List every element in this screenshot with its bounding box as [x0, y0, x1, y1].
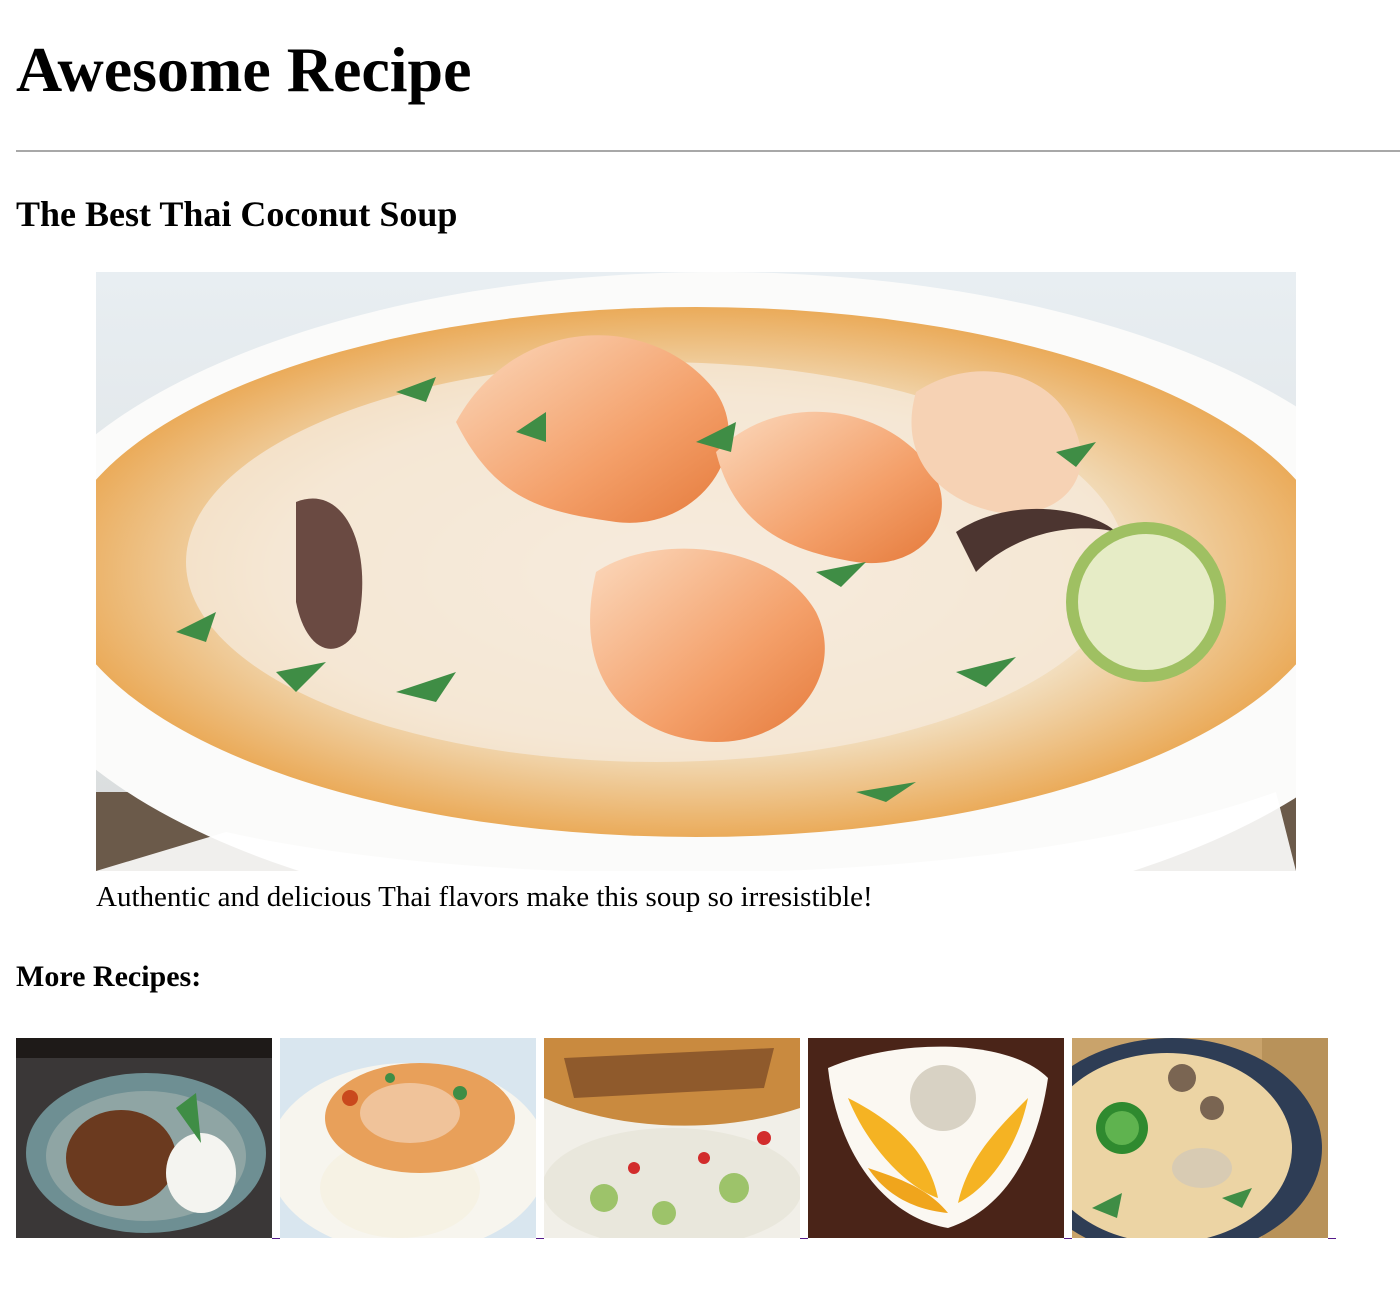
mango-sticky-rice-thumbnail — [808, 1038, 1064, 1238]
link-underline — [800, 1238, 808, 1239]
more-recipe-link-2[interactable] — [280, 1038, 544, 1243]
more-recipes-heading: More Recipes: — [16, 960, 202, 993]
header-divider — [16, 150, 1400, 152]
more-recipe-thumbnail[interactable] — [16, 1038, 272, 1238]
more-recipe-thumbnail[interactable] — [1072, 1038, 1328, 1238]
soup-illustration — [96, 272, 1296, 871]
link-underline — [272, 1238, 280, 1239]
recipe-title: The Best Thai Coconut Soup — [16, 194, 458, 234]
more-recipe-link-5[interactable] — [1072, 1038, 1336, 1243]
more-recipe-link-4[interactable] — [808, 1038, 1072, 1243]
link-underline — [1328, 1238, 1336, 1239]
basil-rice-thumbnail — [16, 1038, 272, 1238]
site-title: Awesome Recipe — [16, 34, 472, 105]
link-underline — [536, 1238, 544, 1239]
more-recipe-thumbnail[interactable] — [544, 1038, 800, 1238]
recipe-hero-image — [96, 272, 1296, 871]
chicken-curry-thumbnail — [280, 1038, 536, 1238]
recipe-caption: Authentic and delicious Thai flavors mak… — [96, 881, 873, 913]
link-underline — [1064, 1238, 1072, 1239]
more-recipe-thumbnail[interactable] — [280, 1038, 536, 1238]
more-recipe-link-1[interactable] — [16, 1038, 280, 1243]
more-recipe-link-3[interactable] — [544, 1038, 808, 1243]
coconut-soup-thumbnail — [1072, 1038, 1328, 1238]
satay-salad-thumbnail — [544, 1038, 800, 1238]
more-recipes-list — [16, 1038, 1336, 1243]
more-recipe-thumbnail[interactable] — [808, 1038, 1064, 1238]
